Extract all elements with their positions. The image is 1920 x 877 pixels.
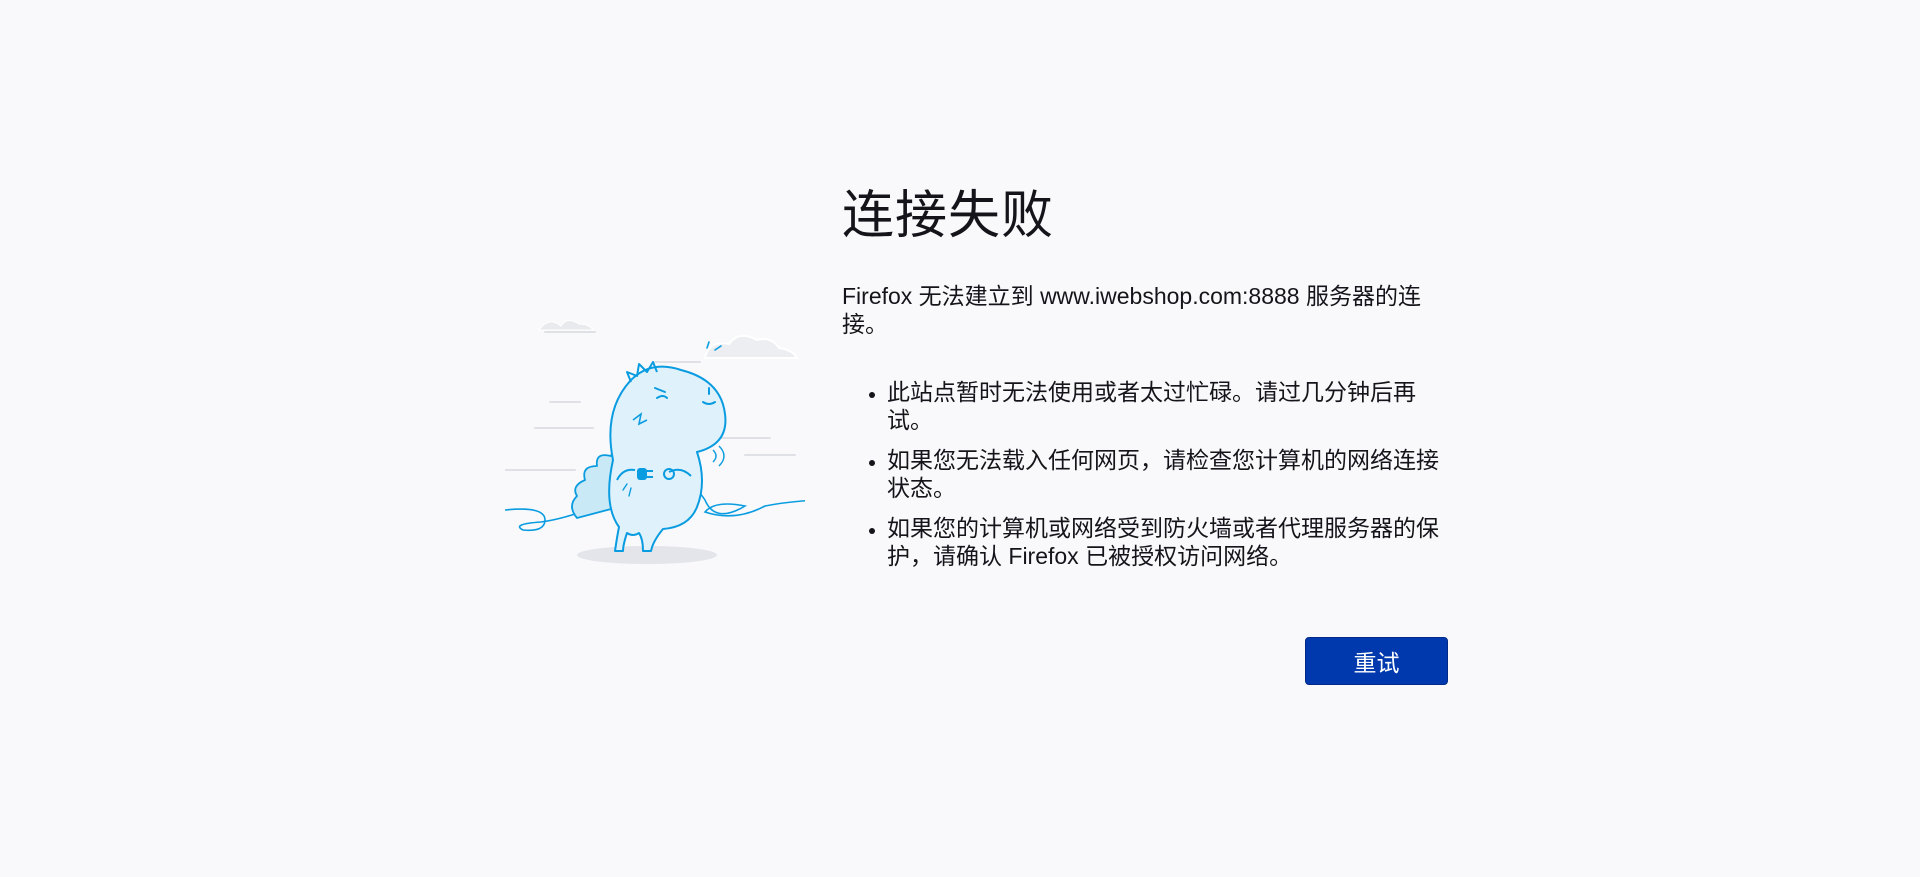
error-description: Firefox 无法建立到 www.iwebshop.com:8888 服务器的… [842,283,1421,337]
list-item: 如果您的计算机或网络受到防火墙或者代理服务器的保护，请确认 Firefox 已被… [887,514,1452,570]
retry-button[interactable]: 重试 [1305,637,1448,685]
page-title: 连接失败 [842,187,1055,245]
list-item: 此站点暂时无法使用或者太过忙碌。请过几分钟后再试。 [887,378,1452,434]
error-content: 连接失败 Firefox 无法建立到 www.iwebshop.com:8888… [842,180,1452,582]
troubleshooting-list: 此站点暂时无法使用或者太过忙碌。请过几分钟后再试。 如果您无法载入任何网页，请检… [842,378,1452,570]
error-page: 连接失败 Firefox 无法建立到 www.iwebshop.com:8888… [0,0,1920,877]
list-item: 如果您无法载入任何网页，请检查您计算机的网络连接状态。 [887,446,1452,502]
disconnected-dinosaur-icon [505,320,805,564]
